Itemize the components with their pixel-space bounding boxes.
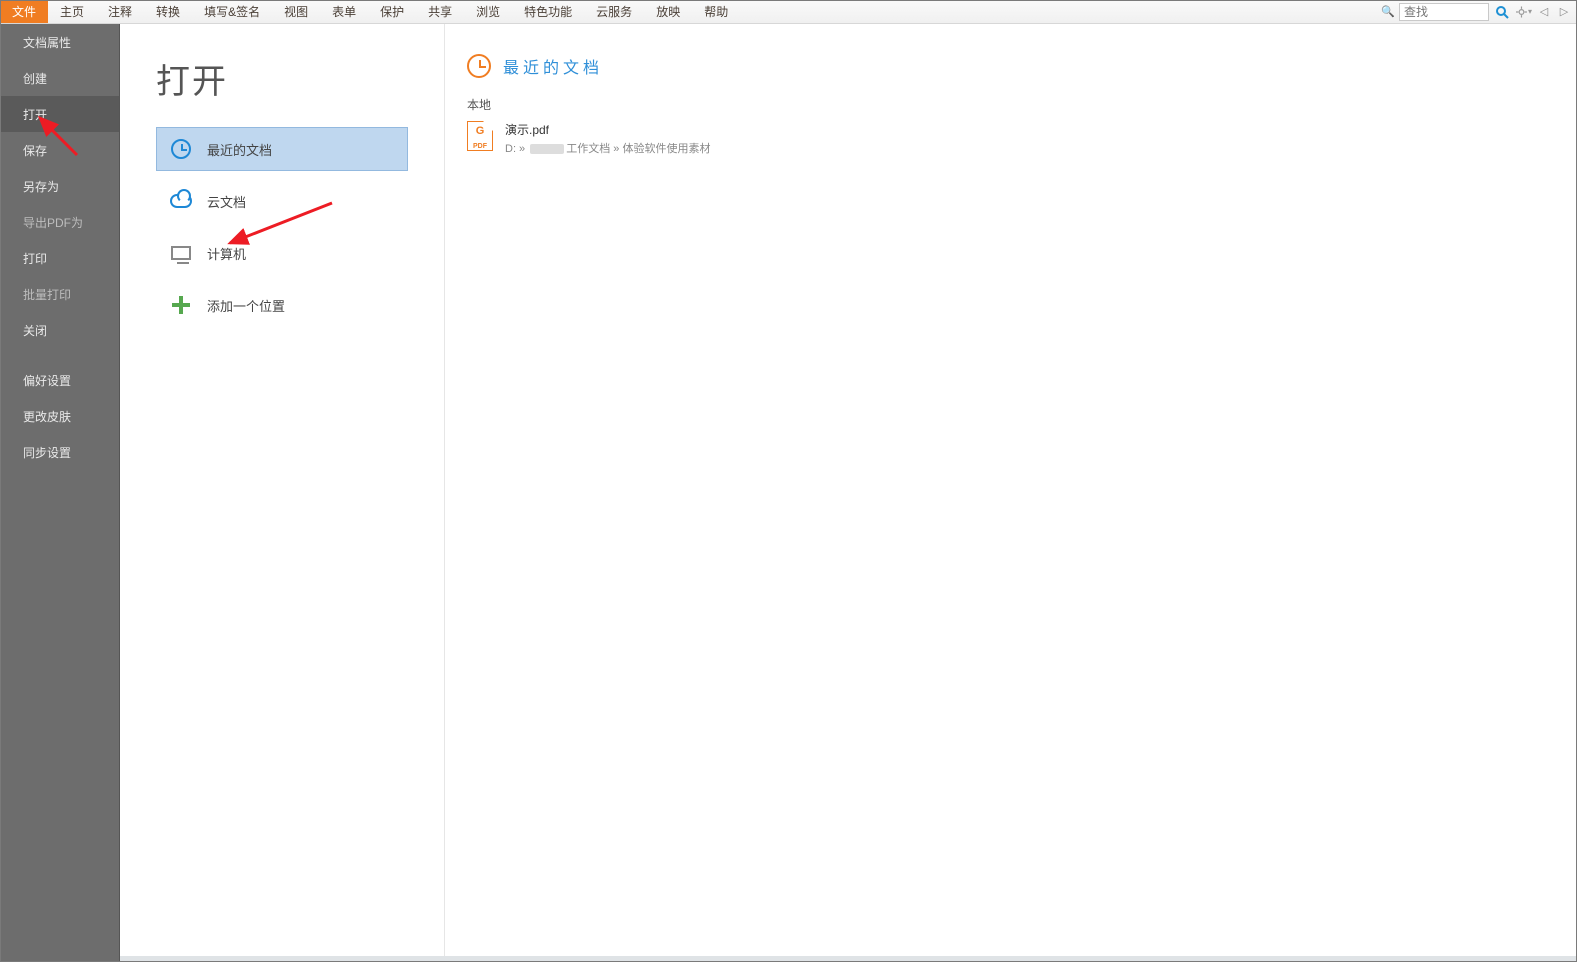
sidebar-item-保存[interactable]: 保存 — [0, 132, 119, 168]
menu-视图[interactable]: 视图 — [272, 0, 320, 23]
location-添加一个位置[interactable]: 添加一个位置 — [156, 283, 408, 327]
location-label: 计算机 — [207, 244, 246, 263]
menu-表单[interactable]: 表单 — [320, 0, 368, 23]
menu-转换[interactable]: 转换 — [144, 0, 192, 23]
sidebar-item-文档属性[interactable]: 文档属性 — [0, 24, 119, 60]
menu-保护[interactable]: 保护 — [368, 0, 416, 23]
recent-subhead: 本地 — [467, 96, 1577, 113]
file-path: D: » 工作文档 » 体验软件使用素材 — [505, 140, 710, 156]
nav-prev-icon[interactable]: ◁ — [1535, 3, 1553, 21]
recent-panel: 最近的文档 本地 G PDF 演示.pdf D: » 工作文档 » 体验软件使用… — [444, 24, 1577, 962]
nav-next-icon[interactable]: ▷ — [1555, 3, 1573, 21]
menu-spacer — [740, 0, 1379, 23]
redacted-segment — [530, 144, 564, 154]
search-icon[interactable] — [1491, 3, 1513, 21]
menu-特色功能[interactable]: 特色功能 — [512, 0, 584, 23]
location-云文档[interactable]: 云文档 — [156, 179, 408, 223]
pdf-icon: G PDF — [467, 121, 493, 151]
cloud-icon — [169, 194, 193, 208]
pdf-icon-label: PDF — [473, 143, 487, 150]
sidebar-item-打开[interactable]: 打开 — [0, 96, 119, 132]
sidebar-item-导出PDF为[interactable]: 导出PDF为 — [0, 204, 119, 240]
sidebar-item-更改皮肤[interactable]: 更改皮肤 — [0, 398, 119, 434]
menubar-right: 🔍 ▾ ◁ ▷ — [1379, 0, 1577, 23]
open-panel: 打开 最近的文档云文档计算机添加一个位置 — [120, 24, 444, 962]
menu-文件[interactable]: 文件 — [0, 0, 48, 23]
doc-search-icon[interactable]: 🔍 — [1379, 3, 1397, 21]
file-texts: 演示.pdf D: » 工作文档 » 体验软件使用素材 — [505, 121, 710, 156]
menu-帮助[interactable]: 帮助 — [692, 0, 740, 23]
plus-icon — [169, 296, 193, 314]
sidebar-item-关闭[interactable]: 关闭 — [0, 312, 119, 348]
menu-主页[interactable]: 主页 — [48, 0, 96, 23]
location-最近的文档[interactable]: 最近的文档 — [156, 127, 408, 171]
menu-浏览[interactable]: 浏览 — [464, 0, 512, 23]
location-label: 云文档 — [207, 192, 246, 211]
bottom-strip — [120, 956, 1577, 962]
sidebar-item-偏好设置[interactable]: 偏好设置 — [0, 362, 119, 398]
location-计算机[interactable]: 计算机 — [156, 231, 408, 275]
search-input[interactable] — [1399, 3, 1489, 21]
clock-icon — [169, 139, 193, 159]
menu-放映[interactable]: 放映 — [644, 0, 692, 23]
sidebar-item-创建[interactable]: 创建 — [0, 60, 119, 96]
sidebar-item-同步设置[interactable]: 同步设置 — [0, 434, 119, 470]
menu-填写&签名[interactable]: 填写&签名 — [192, 0, 272, 23]
recent-file-row[interactable]: G PDF 演示.pdf D: » 工作文档 » 体验软件使用素材 — [445, 119, 1577, 158]
menu-共享[interactable]: 共享 — [416, 0, 464, 23]
file-sidebar: 文档属性创建打开保存另存为导出PDF为打印批量打印关闭 偏好设置更改皮肤同步设置 — [0, 24, 120, 962]
recent-header: 最近的文档 — [445, 54, 1577, 78]
menu-云服务[interactable]: 云服务 — [584, 0, 644, 23]
menu-注释[interactable]: 注释 — [96, 0, 144, 23]
location-label: 最近的文档 — [207, 140, 272, 159]
settings-icon[interactable]: ▾ — [1515, 3, 1533, 21]
clock-icon — [467, 54, 491, 78]
page-title: 打开 — [156, 54, 408, 103]
sidebar-item-批量打印[interactable]: 批量打印 — [0, 276, 119, 312]
sidebar-item-另存为[interactable]: 另存为 — [0, 168, 119, 204]
sidebar-item-打印[interactable]: 打印 — [0, 240, 119, 276]
menu-bar: 文件主页注释转换填写&签名视图表单保护共享浏览特色功能云服务放映帮助 🔍 ▾ ◁… — [0, 0, 1577, 24]
file-name: 演示.pdf — [505, 121, 710, 138]
location-label: 添加一个位置 — [207, 296, 285, 315]
recent-title: 最近的文档 — [503, 54, 603, 78]
computer-icon — [169, 246, 193, 260]
